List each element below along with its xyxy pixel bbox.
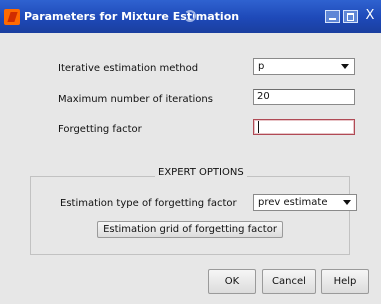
estimation-type-select[interactable]: prev estimate: [253, 194, 357, 211]
cancel-button[interactable]: Cancel: [262, 269, 316, 294]
busy-spinner-icon: [184, 10, 196, 22]
forgetting-factor-label: Forgetting factor: [58, 124, 142, 135]
title-bar[interactable]: Parameters for Mixture Estimation X: [0, 0, 381, 33]
forgetting-factor-input[interactable]: [253, 119, 355, 135]
iterations-input[interactable]: 20: [253, 89, 355, 105]
method-select[interactable]: p: [253, 58, 355, 75]
close-icon[interactable]: X: [363, 9, 377, 23]
chevron-down-icon[interactable]: [341, 64, 349, 69]
minimize-icon[interactable]: [325, 10, 340, 23]
expert-options-title: EXPERT OPTIONS: [155, 167, 247, 178]
estimation-grid-button[interactable]: Estimation grid of forgetting factor: [97, 221, 283, 238]
method-label: Iterative estimation method: [58, 63, 199, 74]
iterations-label: Maximum number of iterations: [58, 94, 213, 105]
method-select-value: p: [258, 61, 265, 72]
matlab-icon[interactable]: [4, 9, 20, 25]
estimation-type-label: Estimation type of forgetting factor: [60, 198, 237, 209]
window-title: Parameters for Mixture Estimation: [24, 10, 240, 23]
expert-options-group: [30, 176, 350, 255]
maximize-icon[interactable]: [343, 10, 358, 23]
chevron-down-icon[interactable]: [343, 200, 351, 205]
ok-button[interactable]: OK: [208, 269, 256, 294]
text-cursor: [258, 121, 259, 133]
estimation-type-value: prev estimate: [258, 197, 328, 208]
dialog-body: Iterative estimation method p Maximum nu…: [0, 33, 381, 304]
help-button[interactable]: Help: [321, 269, 369, 294]
